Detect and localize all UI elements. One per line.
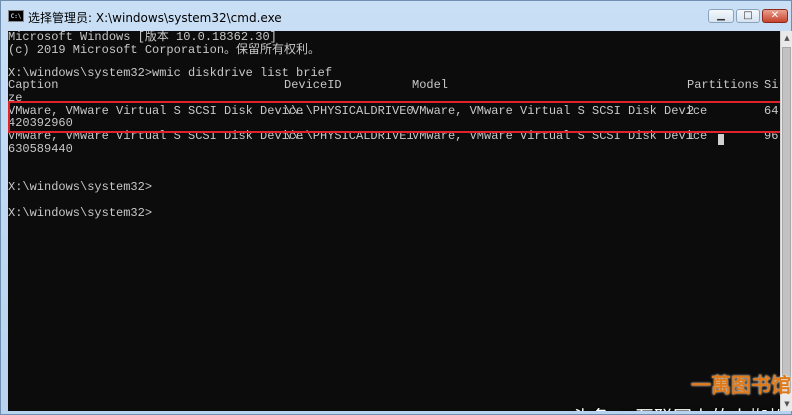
scrollbar-thumb[interactable] [782, 47, 791, 393]
console-output[interactable]: Microsoft Windows [版本 10.0.18362.30] (c)… [8, 31, 780, 411]
scroll-up-icon[interactable]: ▲ [781, 31, 792, 45]
table-header-row: Caption DeviceID Model Partitions Si [8, 79, 780, 92]
scroll-down-icon[interactable]: ▼ [781, 397, 792, 411]
row-size-wrap: 630589440 [8, 142, 73, 156]
minimize-button[interactable]: ▁ [708, 9, 734, 23]
cmd-window: C:\ 选择管理员: X:\windows\system32\cmd.exe ▁… [0, 0, 792, 415]
table-row: VMware, VMware Virtual S SCSI Disk Devic… [8, 130, 780, 143]
watermark-text: 头条 @互联网上的小蜘蛛 [572, 403, 780, 411]
console-copyright-line: (c) 2019 Microsoft Corporation。保留所有权利。 [8, 43, 321, 57]
column-partitions: Partitions [687, 78, 760, 92]
row-deviceid: \\.\PHYSICALDRIVE1 [284, 129, 414, 143]
column-deviceid: DeviceID [284, 78, 342, 92]
row-size: 64 [764, 104, 779, 118]
close-button[interactable]: ✕ [762, 9, 788, 23]
table-row: VMware, VMware Virtual S SCSI Disk Devic… [8, 105, 780, 118]
console-prompt: X:\windows\system32> [8, 180, 153, 194]
row-size: 96 [764, 129, 779, 143]
title-bar[interactable]: C:\ 选择管理员: X:\windows\system32\cmd.exe ▁… [1, 1, 791, 31]
column-model: Model [412, 78, 449, 92]
row-model: VMware, VMware Virtual S SCSI Disk Devic… [412, 104, 708, 118]
row-partitions: 1 [687, 129, 695, 143]
row-partitions: 2 [687, 104, 695, 118]
maximize-button[interactable]: □ [736, 9, 760, 23]
stamp-logo: 一萬图书馆 [691, 373, 791, 397]
row-model: VMware, VMware Virtual S SCSI Disk Devic… [412, 129, 708, 143]
cmd-icon[interactable]: C:\ [8, 10, 24, 22]
console-prompt[interactable]: X:\windows\system32> [8, 207, 152, 220]
column-size: Si [764, 78, 779, 92]
vertical-scrollbar[interactable]: ▲ ▼ [780, 31, 792, 411]
window-title: 选择管理员: X:\windows\system32\cmd.exe [28, 11, 282, 25]
text-cursor [718, 134, 724, 145]
row-deviceid: \\.\PHYSICALDRIVE0 [284, 104, 414, 118]
